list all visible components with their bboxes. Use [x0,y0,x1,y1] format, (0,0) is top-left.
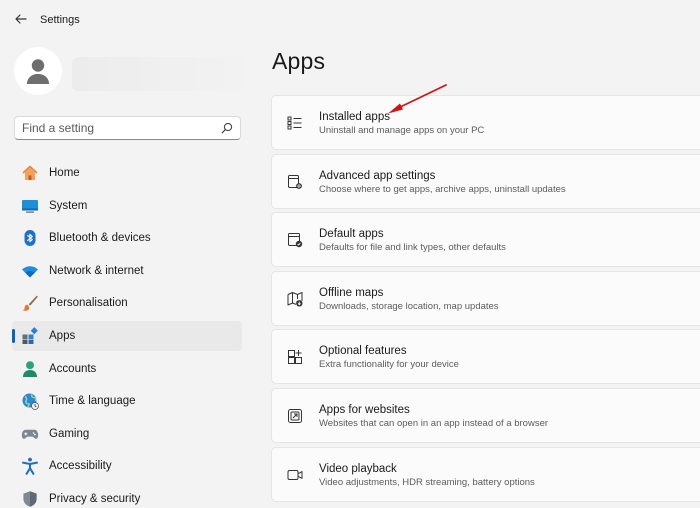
map-icon [286,290,304,308]
back-button[interactable] [10,8,32,30]
sidebar-item-time-language[interactable]: Time & language [12,386,242,416]
app-settings-icon [286,173,304,191]
apps-icon [21,327,39,345]
card-advanced-app-settings[interactable]: Advanced app settings Choose where to ge… [271,153,700,209]
window-title: Settings [40,14,80,26]
home-icon [21,164,39,182]
card-title: Advanced app settings [319,169,436,182]
page-title: Apps [272,48,326,74]
sidebar-nav: Home System Bluetooth & devices Network … [12,158,242,508]
sidebar-item-label: Personalisation [49,297,128,310]
sidebar-item-label: Privacy & security [49,492,141,505]
card-text: Advanced app settings Choose where to ge… [319,169,566,197]
card-installed-apps[interactable]: Installed apps Uninstall and manage apps… [271,95,700,150]
sidebar-item-network[interactable]: Network & internet [12,256,242,286]
wifi-icon [21,262,39,280]
user-profile[interactable] [14,47,244,97]
card-title: Video playback [319,462,397,475]
title-bar: Settings [0,0,700,40]
card-title: Default apps [319,228,384,241]
sidebar: Home System Bluetooth & devices [0,40,250,508]
card-text: Default apps Defaults for file and link … [319,227,506,255]
sidebar-item-label: Apps [49,329,76,342]
card-subtitle: Uninstall and manage apps on your PC [319,125,485,136]
sidebar-item-label: Home [49,167,80,179]
back-arrow-icon [15,14,27,24]
sidebar-item-label: System [49,199,88,212]
gamepad-icon [21,425,39,443]
card-title: Apps for websites [319,403,410,416]
card-optional-features[interactable]: Optional features Extra functionality fo… [271,329,700,385]
card-text: Apps for websites Websites that can open… [319,403,548,431]
card-title: Offline maps [319,286,384,299]
bluetooth-icon [21,229,39,247]
sidebar-item-privacy-security[interactable]: Privacy & security [12,484,242,508]
sidebar-item-label: Accounts [49,362,97,375]
profile-name-redacted [72,57,244,91]
default-apps-icon [286,231,304,249]
accounts-icon [21,360,39,378]
card-offline-maps[interactable]: Offline maps Downloads, storage location… [271,270,700,326]
optional-features-icon [286,348,304,366]
list-icon [286,114,304,132]
settings-card-list: Installed apps Uninstall and manage apps… [271,95,700,505]
sidebar-item-label: Gaming [49,427,90,440]
person-icon [27,59,49,84]
card-text: Optional features Extra functionality fo… [319,344,459,372]
card-subtitle: Websites that can open in an app instead… [319,417,549,429]
globe-icon [21,392,39,411]
card-subtitle: Downloads, storage location, map updates [319,300,499,312]
card-apps-for-websites[interactable]: Apps for websites Websites that can open… [271,387,700,443]
card-title: Optional features [319,345,407,358]
sidebar-item-apps[interactable]: Apps [12,320,242,351]
brush-icon [21,294,39,312]
sidebar-item-system[interactable]: System [12,191,242,221]
avatar [14,47,62,95]
sidebar-item-accessibility[interactable]: Accessibility [12,451,242,481]
video-icon [286,466,304,484]
card-title: Installed apps [319,111,390,123]
card-text: Offline maps Downloads, storage location… [319,286,499,314]
sidebar-item-home[interactable]: Home [12,158,242,188]
sidebar-item-bluetooth[interactable]: Bluetooth & devices [12,223,242,253]
sidebar-item-personalisation[interactable]: Personalisation [12,288,242,318]
card-text: Video playback Video adjustments, HDR st… [319,462,535,490]
sidebar-item-label: Accessibility [49,460,112,473]
sidebar-item-gaming[interactable]: Gaming [12,419,242,449]
card-text: Installed apps Uninstall and manage apps… [319,110,484,138]
search-box[interactable] [14,116,241,140]
card-subtitle: Extra functionality for your device [319,359,459,371]
sidebar-item-accounts[interactable]: Accounts [12,354,242,384]
card-subtitle: Defaults for file and link types, other … [319,242,506,254]
card-subtitle: Choose where to get apps, archive apps, … [319,183,566,195]
open-in-app-icon [286,407,304,425]
shield-icon [21,490,39,508]
sidebar-item-label: Network & internet [49,264,144,277]
accessibility-icon [21,457,39,476]
search-icon[interactable] [220,121,234,135]
card-subtitle: Video adjustments, HDR streaming, batter… [319,476,535,488]
search-input[interactable] [22,121,220,135]
card-default-apps[interactable]: Default apps Defaults for file and link … [271,212,700,268]
sidebar-item-label: Bluetooth & devices [49,232,151,245]
system-icon [21,197,39,215]
sidebar-item-label: Time & language [49,395,136,408]
card-video-playback[interactable]: Video playback Video adjustments, HDR st… [271,446,700,502]
